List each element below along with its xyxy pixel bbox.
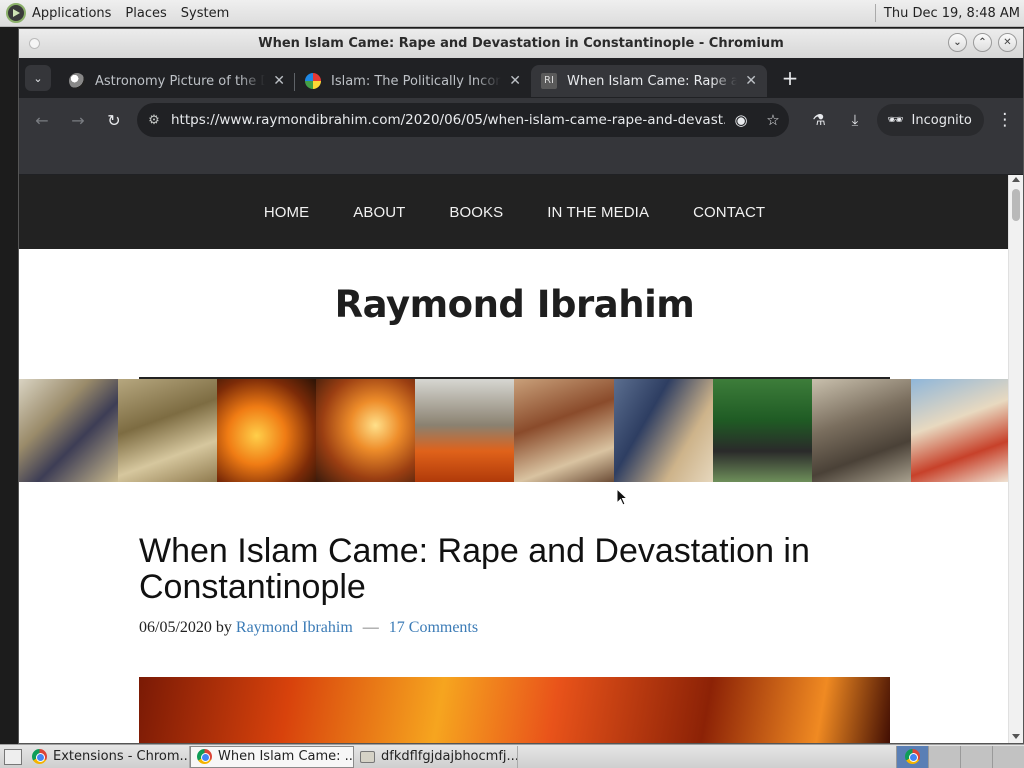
- banner-panel: [613, 379, 713, 482]
- new-tab-button[interactable]: +: [777, 66, 803, 90]
- page-scrollbar[interactable]: [1008, 175, 1023, 743]
- meta-separator: —: [362, 619, 379, 636]
- apod-icon: [69, 73, 85, 89]
- page-viewport: HOME ABOUT BOOKS IN THE MEDIA CONTACT Ra…: [19, 175, 1010, 743]
- workspace-4[interactable]: [992, 745, 1024, 768]
- window-title: When Islam Came: Rape and Devastation in…: [258, 36, 784, 51]
- url-text[interactable]: https://www.raymondibrahim.com/2020/06/0…: [171, 112, 725, 128]
- incognito-icon: 🕶: [887, 112, 904, 128]
- task-label: dfkdflfgjdajbhocmfj...: [381, 749, 518, 764]
- site-nav: HOME ABOUT BOOKS IN THE MEDIA CONTACT: [19, 175, 1010, 249]
- distro-logo-icon[interactable]: [6, 3, 26, 23]
- comments-link[interactable]: 17 Comments: [389, 619, 478, 636]
- header-banner-image: [19, 379, 1010, 482]
- places-menu[interactable]: Places: [125, 6, 166, 21]
- tab-title: Islam: The Politically Incorrect: [331, 73, 501, 89]
- incognito-badge[interactable]: 🕶 Incognito: [877, 104, 984, 136]
- show-desktop-icon[interactable]: [4, 748, 22, 765]
- post-date: 06/05/2020: [139, 619, 212, 636]
- banner-panel: [712, 379, 812, 482]
- nav-home[interactable]: HOME: [242, 204, 331, 221]
- tab-strip: ⌄ Astronomy Picture of the Day ✕ Islam: …: [19, 58, 1023, 98]
- eye-off-icon[interactable]: ◉: [725, 111, 757, 129]
- banner-panel: [811, 379, 911, 482]
- peace-symbol-icon: [305, 73, 321, 89]
- workspace-2[interactable]: [928, 745, 960, 768]
- forward-button[interactable]: →: [63, 111, 93, 130]
- banner-panel: [217, 379, 317, 482]
- scroll-up-icon[interactable]: [1012, 177, 1020, 182]
- close-tab-icon[interactable]: ✕: [273, 73, 285, 89]
- tab-islam-politically-incorrect[interactable]: Islam: The Politically Incorrect ✕: [295, 65, 531, 97]
- task-when-islam-came[interactable]: When Islam Came: ...: [190, 745, 354, 768]
- close-tab-icon[interactable]: ✕: [509, 73, 521, 89]
- banner-panel: [910, 379, 1010, 482]
- browser-window: When Islam Came: Rape and Devastation in…: [18, 28, 1024, 744]
- reload-button[interactable]: ↻: [99, 111, 129, 130]
- nav-about[interactable]: ABOUT: [331, 204, 427, 221]
- minimize-button[interactable]: ⌄: [948, 33, 967, 52]
- labs-flask-icon[interactable]: ⚗: [801, 111, 837, 129]
- top-panel: Applications Places System Thu Dec 19, 8…: [0, 0, 1024, 27]
- task-label: Extensions - Chrom...: [53, 749, 190, 764]
- menu-kebab-icon[interactable]: ⋮: [990, 110, 1020, 130]
- chromium-icon: [32, 749, 47, 764]
- site-info-icon[interactable]: ⚙: [137, 113, 171, 128]
- close-window-button[interactable]: ✕: [998, 33, 1017, 52]
- featured-image: [139, 677, 890, 743]
- clock[interactable]: Thu Dec 19, 8:48 AM: [884, 6, 1020, 21]
- panel-separator: [874, 4, 876, 22]
- banner-panel: [19, 379, 119, 482]
- task-folder[interactable]: dfkdflfgjdajbhocmfj...: [354, 745, 518, 768]
- task-extensions[interactable]: Extensions - Chrom...: [26, 745, 190, 768]
- scrollbar-thumb[interactable]: [1012, 189, 1020, 221]
- site-title[interactable]: Raymond Ibrahim: [19, 283, 1010, 326]
- tab-when-islam-came[interactable]: RI When Islam Came: Rape and Devastation…: [531, 65, 767, 97]
- article-title[interactable]: When Islam Came: Rape and Devastation in…: [139, 533, 899, 605]
- workspace-3[interactable]: [960, 745, 992, 768]
- close-tab-icon[interactable]: ✕: [745, 73, 757, 89]
- author-link[interactable]: Raymond Ibrahim: [236, 619, 353, 636]
- nav-in-the-media[interactable]: IN THE MEDIA: [525, 204, 671, 221]
- download-icon[interactable]: ⤓: [837, 111, 873, 129]
- maximize-button[interactable]: ⌃: [973, 33, 992, 52]
- workspace-switcher: [896, 745, 1024, 768]
- banner-panel: [118, 379, 218, 482]
- tab-apod[interactable]: Astronomy Picture of the Day ✕: [59, 65, 295, 97]
- chromium-icon: [197, 749, 212, 764]
- system-menu[interactable]: System: [181, 6, 229, 21]
- chromium-icon: [905, 749, 920, 764]
- tab-search-button[interactable]: ⌄: [25, 65, 51, 91]
- applications-menu[interactable]: Applications: [32, 6, 111, 21]
- bottom-taskbar: Extensions - Chrom... When Islam Came: .…: [0, 744, 1024, 768]
- browser-toolbar: ← → ↻ ⚙ https://www.raymondibrahim.com/2…: [19, 98, 1023, 142]
- nav-books[interactable]: BOOKS: [427, 204, 525, 221]
- bookmark-star-icon[interactable]: ☆: [757, 111, 789, 129]
- scroll-down-icon[interactable]: [1012, 734, 1020, 739]
- banner-panel: [316, 379, 416, 482]
- workspace-1[interactable]: [896, 745, 928, 768]
- banner-panel: [415, 379, 515, 482]
- article-meta: 06/05/2020 by Raymond Ibrahim — 17 Comme…: [139, 619, 899, 637]
- banner-panel: [514, 379, 614, 482]
- back-button[interactable]: ←: [27, 111, 57, 130]
- tab-title: Astronomy Picture of the Day: [95, 73, 265, 89]
- window-menu-icon[interactable]: [29, 38, 40, 49]
- toolbar-spacer: [19, 142, 1023, 174]
- tab-title: When Islam Came: Rape and Devastation: [567, 73, 738, 89]
- incognito-label: Incognito: [911, 112, 972, 128]
- mouse-cursor-icon: [616, 488, 628, 506]
- task-label: When Islam Came: ...: [218, 749, 354, 764]
- article-header: When Islam Came: Rape and Devastation in…: [139, 533, 899, 637]
- nav-contact[interactable]: CONTACT: [671, 204, 787, 221]
- address-bar[interactable]: ⚙ https://www.raymondibrahim.com/2020/06…: [137, 103, 789, 137]
- window-titlebar[interactable]: When Islam Came: Rape and Devastation in…: [19, 29, 1023, 58]
- byline-by: by: [215, 619, 232, 636]
- folder-icon: [360, 750, 375, 763]
- ri-logo-icon: RI: [541, 73, 557, 89]
